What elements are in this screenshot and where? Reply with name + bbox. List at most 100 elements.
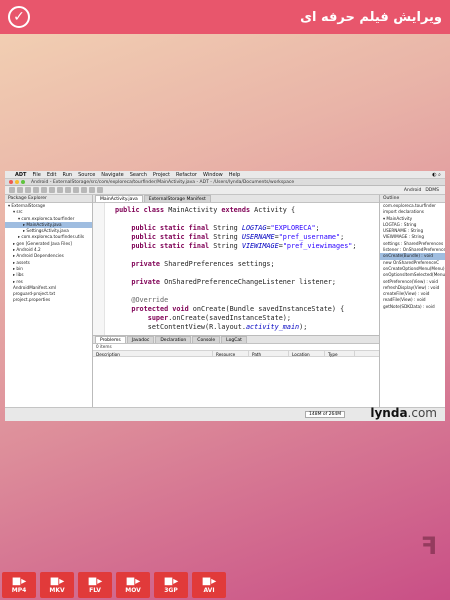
format-mov-button[interactable]: ■▸ MOV [116, 572, 150, 598]
perspective-ddms[interactable]: DDMS [425, 188, 439, 193]
package-explorer-header: Package Explorer [5, 195, 92, 203]
code-line[interactable]: public static final String VIEWIMAGE="pr… [115, 242, 379, 251]
column-type[interactable]: Type [325, 351, 355, 357]
code-line[interactable]: private OnSharedPreferenceChangeListener… [115, 278, 379, 287]
maximize-icon[interactable] [21, 180, 25, 184]
menu-project[interactable]: Project [153, 172, 170, 178]
format-label: MOV [125, 587, 141, 594]
center-area: MainActivity.java ExternalStorage Manifes… [93, 195, 379, 407]
perspective-android[interactable]: Android [404, 188, 421, 193]
tab-console[interactable]: Console [192, 336, 221, 343]
video-camera-icon: ■▸ [87, 576, 103, 587]
menu-clock: ◐ ⌕ [432, 171, 441, 178]
tab-problems[interactable]: Problems [95, 336, 126, 343]
video-camera-icon: ■▸ [201, 576, 217, 587]
toolbar-button[interactable] [89, 187, 95, 193]
toolbar-button[interactable] [25, 187, 31, 193]
outline-panel: Outline com.exploreca.tourfinder import d… [379, 195, 445, 407]
toolbar-button[interactable] [81, 187, 87, 193]
column-path[interactable]: Path [249, 351, 289, 357]
problems-table-header: Description Resource Path Location Type [93, 350, 379, 357]
menu-search[interactable]: Search [130, 172, 147, 178]
toolbar-button[interactable] [33, 187, 39, 193]
tree-item[interactable]: project.properties [5, 297, 92, 303]
code-line[interactable]: public static final String USERNAME="pre… [115, 233, 379, 242]
menu-file[interactable]: File [32, 172, 40, 178]
bottom-tabs: Problems Javadoc Declaration Console LogCat [93, 336, 379, 344]
format-avi-button[interactable]: ■▸ AVI [192, 572, 226, 598]
column-location[interactable]: Location [289, 351, 325, 357]
tree-item[interactable]: ▸ com.exploreca.tourfinder.utils [5, 234, 92, 240]
menu-refactor[interactable]: Refactor [176, 172, 197, 178]
editor-tabs: MainActivity.java ExternalStorage Manifes… [93, 195, 379, 203]
code-line[interactable]: protected void onCreate(Bundle savedInst… [115, 305, 379, 314]
lynda-logo: lynda.com [370, 406, 437, 420]
toolbar-button[interactable] [49, 187, 55, 193]
format-mp4-button[interactable]: ■▸ MP4 [2, 572, 36, 598]
format-label: 3GP [164, 587, 178, 594]
ide-toolbar: Android DDMS [5, 186, 445, 195]
menu-source[interactable]: Source [78, 172, 95, 178]
editor-gutter [93, 203, 105, 335]
toolbar-button[interactable] [17, 187, 23, 193]
toolbar-button[interactable] [73, 187, 79, 193]
format-label: AVI [203, 587, 215, 594]
toolbar-button[interactable] [57, 187, 63, 193]
tab-declaration[interactable]: Declaration [155, 336, 192, 343]
toolbar-button[interactable] [9, 187, 15, 193]
code-line[interactable]: public class MainActivity extends Activi… [115, 206, 379, 215]
package-explorer: Package Explorer ▾ ExternalStorage ▾ src ▾… [5, 195, 93, 407]
code-line[interactable]: super.onCreate(savedInstanceState); [115, 314, 379, 323]
format-3gp-button[interactable]: ■▸ 3GP [154, 572, 188, 598]
menu-window[interactable]: Window [203, 172, 223, 178]
video-preview[interactable]: ADT File Edit Run Source Navigate Search Projec… [5, 171, 445, 421]
code-line[interactable] [115, 251, 379, 260]
column-resource[interactable]: Resource [213, 351, 249, 357]
code-line[interactable] [115, 215, 379, 224]
toolbar-button[interactable] [97, 187, 103, 193]
format-label: FLV [89, 587, 101, 594]
menu-adt[interactable]: ADT [15, 172, 26, 178]
outline-tree: com.exploreca.tourfinder import declarati… [380, 203, 445, 310]
memory-indicator[interactable]: 148M of 264M [305, 411, 346, 418]
code-line[interactable]: setContentView(R.layout.activity_main); [115, 323, 379, 332]
lynda-suffix: .com [407, 406, 437, 420]
menu-edit[interactable]: Edit [47, 172, 57, 178]
check-circle-icon[interactable]: ✓ [8, 6, 30, 28]
format-mkv-button[interactable]: ■▸ MKV [40, 572, 74, 598]
toolbar-button[interactable] [65, 187, 71, 193]
code-line[interactable]: @Override [115, 296, 379, 305]
tab-logcat[interactable]: LogCat [221, 336, 247, 343]
code-line[interactable] [115, 287, 379, 296]
column-description[interactable]: Description [93, 351, 213, 357]
page-title: ویرایش فیلم حرفه ای [300, 9, 442, 25]
minimize-icon[interactable] [15, 180, 19, 184]
editor-tab[interactable]: MainActivity.java [95, 195, 143, 202]
format-flv-button[interactable]: ■▸ FLV [78, 572, 112, 598]
code-editor[interactable]: public class MainActivity extends Activi… [93, 203, 379, 335]
menu-help[interactable]: Help [229, 172, 240, 178]
video-camera-icon: ■▸ [125, 576, 141, 587]
window-controls [9, 180, 25, 184]
outline-item[interactable]: setPreference(View) : void [380, 279, 445, 285]
outline-item[interactable]: onOptionsItemSelected(MenuI [380, 272, 445, 278]
code-line[interactable] [115, 332, 379, 335]
menu-run[interactable]: Run [63, 172, 73, 178]
close-icon[interactable] [9, 180, 13, 184]
toolbar-button[interactable] [41, 187, 47, 193]
menu-navigate[interactable]: Navigate [101, 172, 123, 178]
mac-menu-bar: ADT File Edit Run Source Navigate Search Projec… [5, 171, 445, 179]
editor-tab[interactable]: ExternalStorage Manifest [143, 195, 211, 202]
outline-header: Outline [380, 195, 445, 203]
code-line[interactable]: private SharedPreferences settings; [115, 260, 379, 269]
ide-workspace: Package Explorer ▾ ExternalStorage ▾ src ▾… [5, 195, 445, 407]
format-label: MKV [49, 587, 65, 594]
problems-panel: Problems Javadoc Declaration Console LogCat … [93, 335, 379, 407]
tab-javadoc[interactable]: Javadoc [126, 336, 155, 343]
code-line[interactable] [115, 269, 379, 278]
perspective-switcher: Android DDMS [404, 188, 445, 193]
video-camera-icon: ■▸ [163, 576, 179, 587]
code-line[interactable]: public static final String LOGTAG="EXPLO… [115, 224, 379, 233]
outline-item[interactable]: getNote(SDKData) : void [380, 304, 445, 310]
lynda-name: lynda [370, 406, 408, 420]
